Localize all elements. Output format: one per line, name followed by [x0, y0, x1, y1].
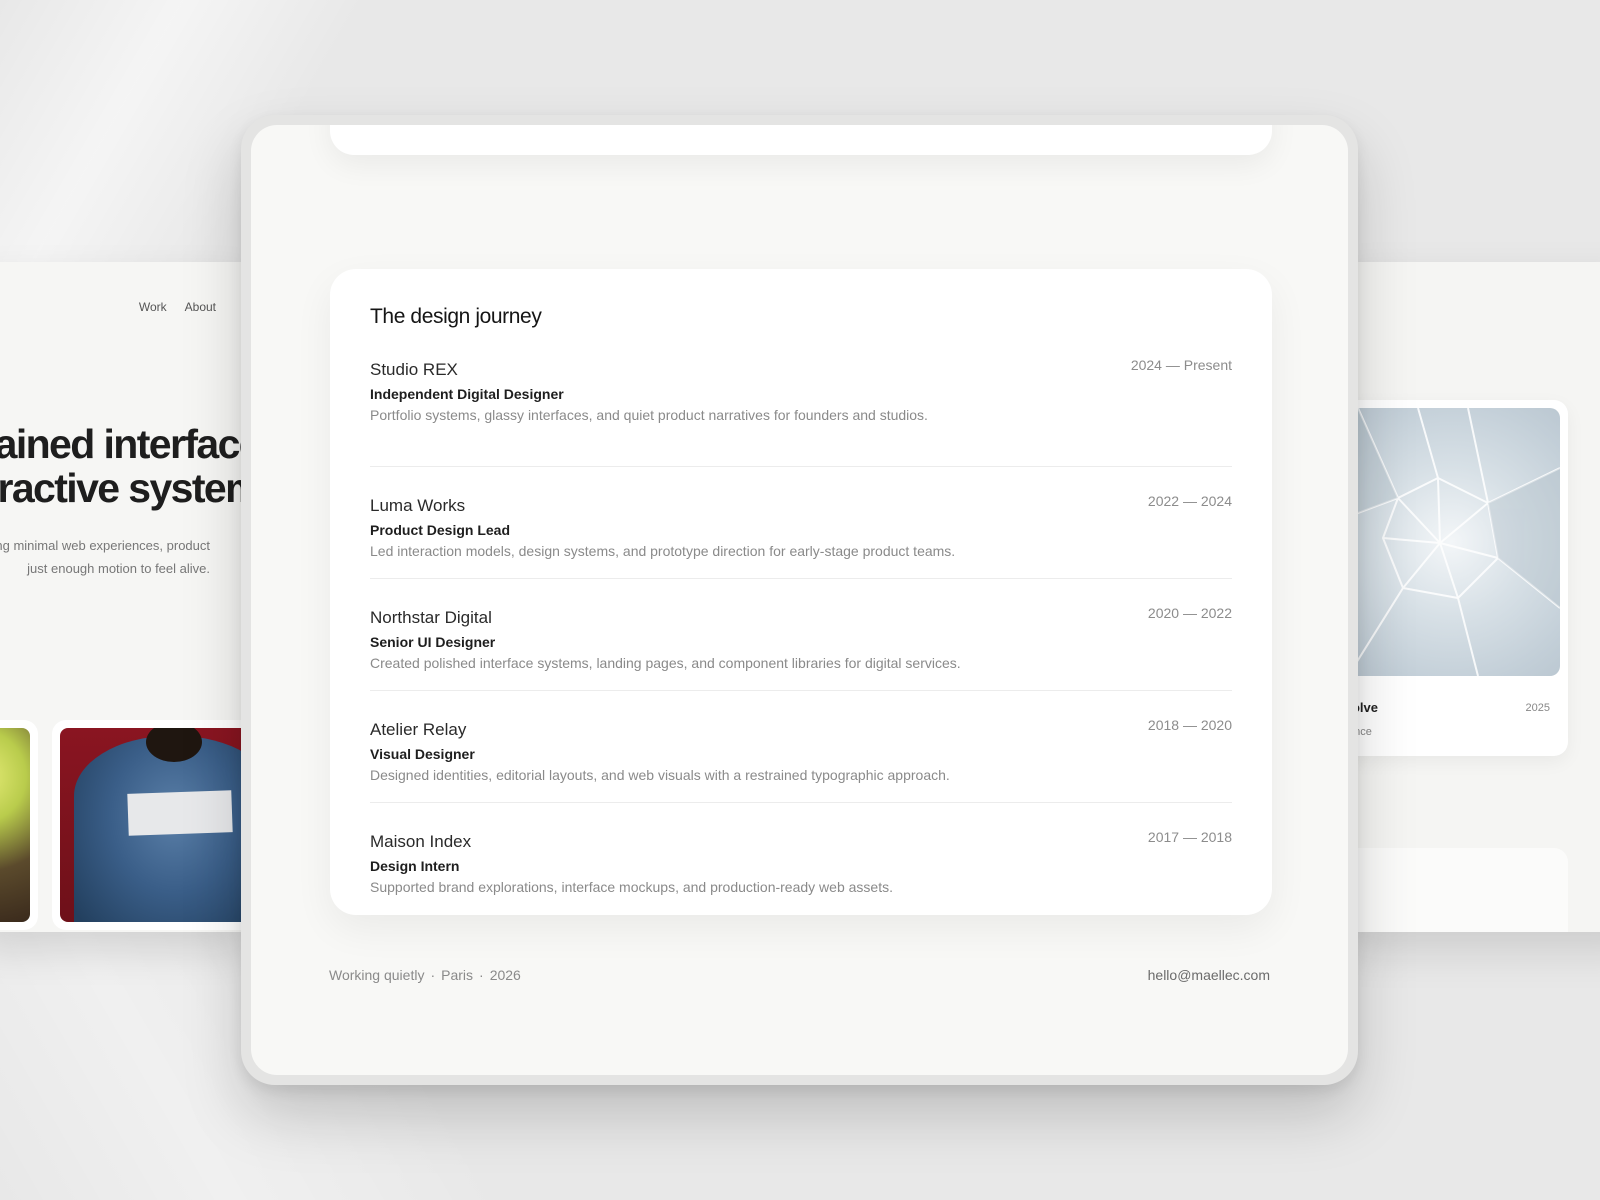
- jacket-photo: [60, 728, 250, 922]
- journey-entry: Maison Index Design Intern Supported bra…: [370, 803, 1232, 915]
- footer-city: Paris: [441, 967, 474, 983]
- entry-dates: 2022 — 2024: [1147, 493, 1232, 509]
- entry-description: Supported brand explorations, interface …: [370, 879, 893, 895]
- entry-role: Design Intern: [370, 858, 460, 874]
- entry-company: Luma Works: [370, 496, 466, 515]
- project-card[interactable]: ss Evolve 2025 experience: [1340, 400, 1568, 756]
- project-tiles: [0, 720, 250, 932]
- journey-entry: Atelier Relay Visual Designer Designed i…: [370, 691, 1232, 803]
- hero-line: eractive system: [0, 465, 250, 511]
- head-shape: [146, 728, 202, 762]
- entry-role: Independent Digital Designer: [370, 386, 564, 402]
- left-nav: Work About: [139, 300, 216, 314]
- hero-subtitle: ing minimal web experiences, product jus…: [0, 534, 210, 580]
- entry-company: Atelier Relay: [370, 720, 467, 739]
- device-screen: The design journey Studio REX Independen…: [251, 125, 1348, 1075]
- background-screen-right: ss Evolve 2025 experience: [1340, 262, 1600, 932]
- entry-description: Portfolio systems, glassy interfaces, an…: [370, 407, 928, 423]
- footer-separator: ·: [479, 967, 484, 983]
- hero-heading: trained interface eractive system: [0, 422, 250, 510]
- nav-link-about[interactable]: About: [185, 300, 216, 314]
- journey-entry: Luma Works Product Design Lead Led inter…: [370, 467, 1232, 579]
- entry-role: Visual Designer: [370, 746, 475, 762]
- entry-dates: 2020 — 2022: [1147, 605, 1232, 621]
- project-card-secondary[interactable]: [1340, 848, 1568, 932]
- design-journey-card: The design journey Studio REX Independen…: [330, 269, 1272, 915]
- hero-sub-line: just enough motion to feel alive.: [27, 561, 210, 576]
- entry-dates: 2024 — Present: [1130, 357, 1232, 373]
- entry-role: Senior UI Designer: [370, 634, 496, 650]
- previous-section-card: [330, 125, 1272, 155]
- entry-description: Designed identities, editorial layouts, …: [370, 767, 950, 783]
- entry-description: Led interaction models, design systems, …: [370, 543, 956, 559]
- project-tile-jacket[interactable]: [52, 720, 250, 930]
- hero-line: trained interface: [0, 421, 250, 467]
- hero-sub-line: ing minimal web experiences, product: [0, 538, 210, 553]
- geometric-skylight-graphic: [1340, 408, 1560, 676]
- entry-dates: 2017 — 2018: [1147, 829, 1232, 845]
- footer-separator: ·: [430, 967, 436, 983]
- flower-photo: [0, 728, 30, 922]
- entry-description: Created polished interface systems, land…: [370, 655, 961, 671]
- tablet-device-frame: The design journey Studio REX Independen…: [241, 115, 1358, 1085]
- entry-company: Studio REX: [370, 360, 458, 379]
- project-tile-flower[interactable]: [0, 720, 38, 930]
- footer-year: 2026: [489, 967, 521, 983]
- footer-status: Working quietly: [329, 967, 425, 983]
- journey-entry: Studio REX Independent Digital Designer …: [370, 355, 1232, 467]
- footer-meta: Working quietly · Paris · 2026: [329, 967, 521, 983]
- project-card-year: 2025: [1525, 702, 1550, 714]
- journey-title: The design journey: [370, 305, 542, 328]
- entry-role: Product Design Lead: [370, 522, 511, 538]
- background-screen-left: Work About trained interface eractive sy…: [0, 262, 250, 932]
- jacket-shape: [74, 728, 250, 922]
- nav-link-work[interactable]: Work: [139, 300, 167, 314]
- entry-dates: 2018 — 2020: [1147, 717, 1232, 733]
- architecture-photo: [1340, 408, 1560, 676]
- jacket-patch: [127, 790, 233, 836]
- journey-entry: Northstar Digital Senior UI Designer Cre…: [370, 579, 1232, 691]
- footer-email-link[interactable]: hello@maellec.com: [1148, 967, 1270, 983]
- entry-company: Northstar Digital: [370, 608, 492, 627]
- entry-company: Maison Index: [370, 832, 472, 851]
